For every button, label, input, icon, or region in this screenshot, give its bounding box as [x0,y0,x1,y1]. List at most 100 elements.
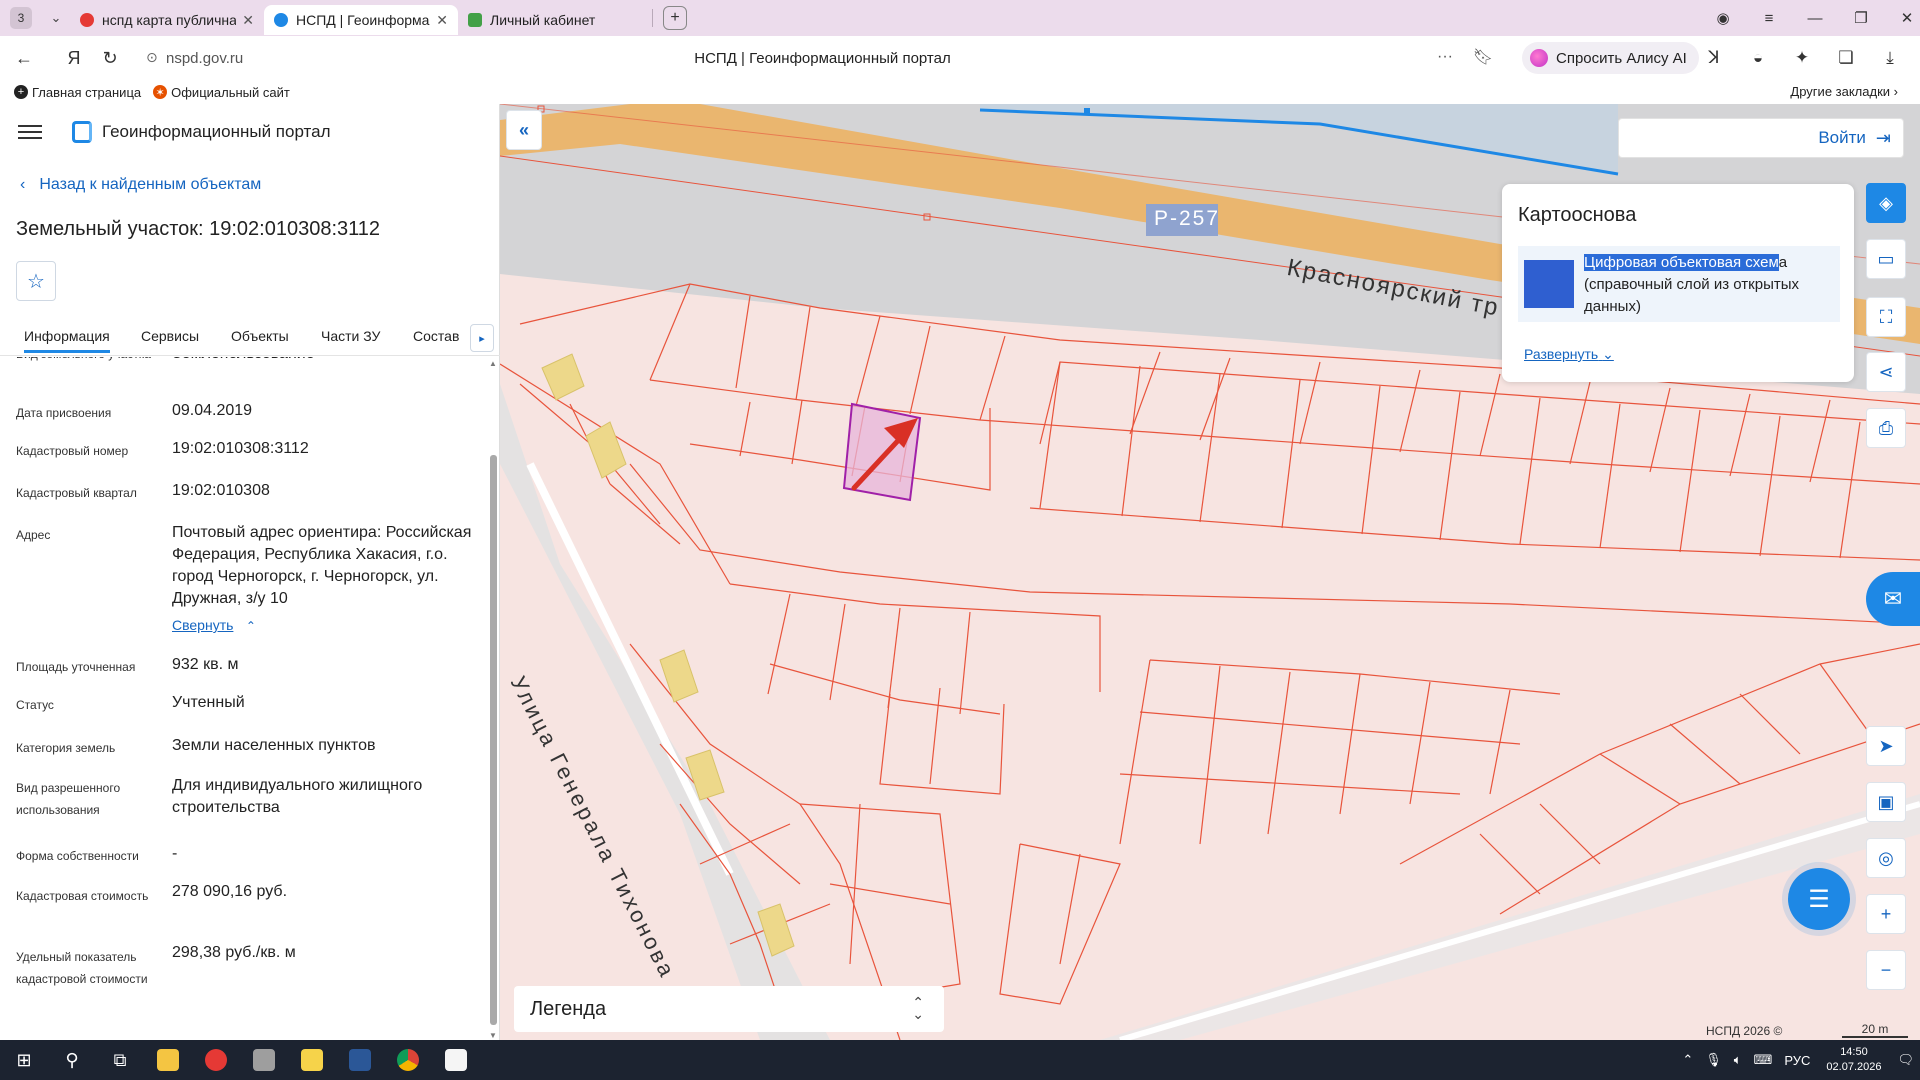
chevron-down-icon: ⌄ [1602,346,1614,362]
info-scrollbar[interactable]: ▲ ▼ [488,357,498,1040]
restore-icon[interactable]: ❐ [1838,9,1884,27]
sticky-notes-icon[interactable] [288,1040,336,1080]
collapse-panel-button[interactable]: « [506,110,542,150]
object-info-panel: Геоинформационный портал ‹ Назад к найде… [0,104,500,1040]
row-label: Адрес [16,528,51,542]
clock[interactable]: 14:50 02.07.2026 [1826,1045,1881,1075]
collapse-address-toggle[interactable]: Свернуть ⌃ [172,614,472,637]
kaspersky-icon[interactable]: ꓘ [1692,48,1736,68]
bookmark-label: Официальный сайт [171,84,290,100]
tab-counter[interactable]: 3 [10,7,32,29]
close-tab-icon[interactable]: ✕ [242,12,254,29]
yandex-browser-icon[interactable] [192,1040,240,1080]
minimize-icon[interactable]: — [1792,10,1838,27]
row-label: Категория земель [16,741,116,755]
geo-search-button[interactable]: ◎ [1866,838,1906,878]
profile-icon[interactable]: ◉ [1700,9,1746,27]
row-value: 19:02:010308:3112 [172,440,309,457]
new-tab-button[interactable]: + [663,6,687,30]
reload-icon[interactable]: ↻ [92,40,128,76]
microphone-icon[interactable]: 🎙︎ [1705,1052,1722,1068]
zoom-in-button[interactable]: + [1866,894,1906,934]
alice-label: Спросить Алису AI [1556,49,1687,67]
bookmark-home[interactable]: + Главная страница [14,85,141,100]
site-info-icon[interactable]: ⊙ [146,49,158,66]
expand-layers-link[interactable]: Развернуть ⌄ [1524,346,1614,363]
street-centerline [526,462,734,876]
back-arrow-icon[interactable]: ← [6,40,42,76]
favorite-star-button[interactable]: ☆ [16,261,56,301]
shield-favicon-icon [468,13,482,27]
support-widget-button[interactable]: ✉ [1866,572,1920,626]
tab-composition[interactable]: Состав [413,328,459,344]
layers-icon: ◈ [1879,192,1893,213]
notifications-icon[interactable]: 🗨︎ [1897,1052,1914,1068]
tabs-next-arrow-icon[interactable]: ▸ [470,324,494,352]
select-area-button[interactable]: ⛶ [1866,297,1906,337]
scroll-down-arrow-icon[interactable]: ▼ [489,1031,497,1040]
layer-name: Цифровая объектовая схема (справочный сл… [1584,252,1840,318]
minimap-icon: ▣ [1877,791,1895,812]
tab-objects[interactable]: Объекты [231,328,289,344]
menu-icon[interactable]: ≡ [1746,10,1792,27]
search-icon[interactable]: ⚲ [48,1040,96,1080]
page-title: Земельный участок: 19:02:010308:3112 [16,218,381,240]
tab-parcel-parts[interactable]: Части ЗУ [321,328,380,344]
map-copyright: НСПД 2026 © [1706,1024,1783,1038]
chrome-icon[interactable] [384,1040,432,1080]
task-view-icon[interactable]: ⧉ [96,1040,144,1080]
close-window-icon[interactable]: ✕ [1884,9,1920,27]
yandex-icon[interactable]: Я [56,40,92,76]
minimap-button[interactable]: ▣ [1866,782,1906,822]
tab-services[interactable]: Сервисы [141,328,199,344]
bookmark-official[interactable]: ✶ Официальный сайт [153,85,290,100]
language-indicator[interactable]: РУС [1784,1053,1810,1068]
collections-icon[interactable]: ❏ [1824,48,1868,68]
zoom-out-button[interactable]: − [1866,950,1906,990]
browser-tab-cabinet[interactable]: Личный кабинет [458,5,652,35]
legend-panel[interactable]: Легенда ⌃ ⌄ [514,986,944,1032]
map-scale-bar: 20 m [1842,1022,1908,1038]
windows-start-icon[interactable]: ⊞ [0,1040,48,1080]
network-icon[interactable]: ⌨︎ [1754,1052,1773,1068]
page-title-text: НСПД | Геоинформационный портал [694,49,951,67]
scrollbar-thumb[interactable] [490,455,497,1025]
chat-assistant-button[interactable]: ☰ [1788,868,1850,930]
collapse-label: Свернуть [172,617,234,633]
ruler-tool-button[interactable]: ▭ [1866,239,1906,279]
volume-icon[interactable]: 🔈︎ [1734,1052,1742,1068]
tab-title: Личный кабинет [490,12,596,28]
pen-app-icon[interactable] [240,1040,288,1080]
basemap-layer-item[interactable]: Цифровая объектовая схема (справочный сл… [1518,246,1840,322]
login-button[interactable]: Войти ⇥ [1618,118,1904,158]
scroll-up-arrow-icon[interactable]: ▲ [489,359,497,368]
browser-tab-nspd[interactable]: НСПД | Геоинформационный портал ✕ [264,5,458,35]
share-button[interactable]: ⋖ [1866,352,1906,392]
back-to-results-link[interactable]: ‹ Назад к найденным объектам [20,176,261,194]
more-dots-icon[interactable]: ··· [1437,48,1453,66]
layers-tool-button[interactable]: ◈ [1866,183,1906,223]
url-field[interactable]: ⊙ nspd.gov.ru НСПД | Геоинформационный п… [140,40,1505,76]
tab-list-chevron-icon[interactable]: ⌄ [42,4,70,32]
locate-button[interactable]: ➤ [1866,726,1906,766]
chevron-right-icon: › [1893,84,1898,99]
row-label: Удельный показатель кадастровой стоимост… [16,950,148,986]
extensions-icon[interactable]: ✦ [1780,48,1824,68]
document-icon[interactable] [432,1040,480,1080]
tab-info[interactable]: Информация [24,328,110,353]
bookmark-label: Главная страница [32,84,142,100]
download-icon[interactable]: ⤓ [1868,48,1912,68]
alice-button[interactable]: Спросить Алису AI [1522,42,1699,74]
location-pin-icon: ◎ [1878,847,1894,868]
hamburger-menu-icon[interactable] [18,125,42,139]
tray-expand-icon[interactable]: ⌃ [1682,1052,1693,1068]
print-button[interactable]: ⎙ [1866,408,1906,448]
bookmark-icon[interactable]: 🔖︎ [1473,47,1493,67]
hat-icon[interactable]: ◒ [1736,48,1780,68]
word-icon[interactable] [336,1040,384,1080]
browser-tab-search[interactable]: нспд карта публичная кадастровая ✕ [70,5,264,35]
tab-title: нспд карта публичная кадастровая [102,12,237,28]
other-bookmarks[interactable]: Другие закладки › [1790,84,1898,99]
file-explorer-icon[interactable] [144,1040,192,1080]
close-tab-icon[interactable]: ✕ [436,12,448,29]
